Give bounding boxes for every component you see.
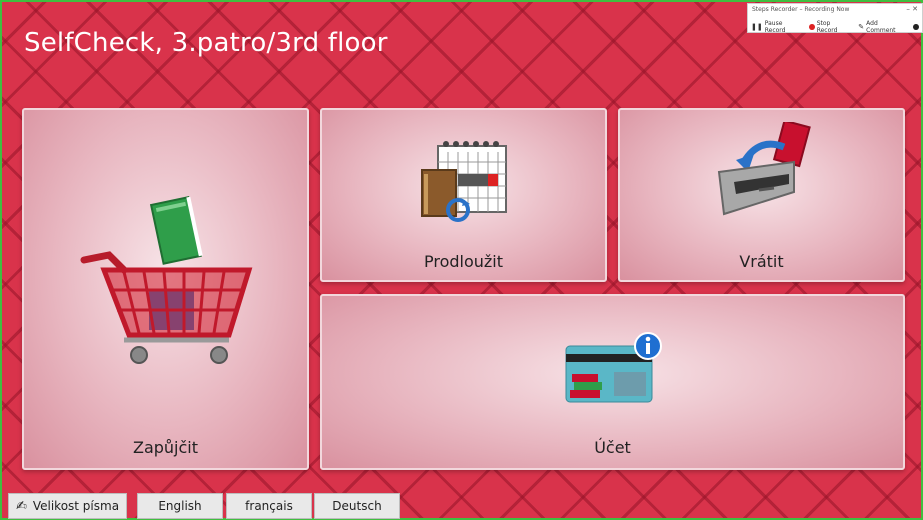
pause-record-button[interactable]: ❚❚ Pause Record (751, 20, 801, 34)
page-title: SelfCheck, 3.patro/3rd floor (24, 28, 388, 58)
font-size-button[interactable]: ✍ Velikost písma (8, 493, 127, 519)
font-size-label: Velikost písma (32, 499, 120, 513)
steps-recorder-window: Steps Recorder – Recording Now – ✕ ❚❚ Pa… (747, 3, 923, 34)
borrow-tile[interactable]: Zapůjčit (22, 108, 309, 470)
recorder-title: Steps Recorder – Recording Now (752, 6, 850, 13)
library-card-info-icon (564, 332, 664, 407)
renew-label: Prodloužit (423, 252, 504, 271)
pause-record-label: Pause Record (764, 20, 786, 34)
return-label: Vrátit (739, 252, 784, 271)
recorder-window-controls[interactable]: – ✕ (906, 5, 918, 13)
return-slot-icon (714, 119, 814, 222)
comment-icon: ✎ (858, 23, 865, 31)
stop-icon (809, 24, 815, 30)
renew-tile[interactable]: Prodloužit (320, 108, 607, 282)
stop-record-label: Stop Record (816, 20, 838, 34)
pause-icon: ❚❚ (751, 23, 763, 31)
language-button-german[interactable]: Deutsch (314, 493, 400, 519)
account-label: Účet (594, 438, 631, 457)
return-tile[interactable]: Vrátit (618, 108, 905, 282)
calendar-book-renew-icon (418, 138, 513, 228)
font-size-icon: ✍ (15, 498, 27, 514)
help-icon[interactable] (913, 24, 919, 30)
add-comment-button[interactable]: ✎ Add Comment (858, 20, 905, 34)
shopping-basket-book-icon (79, 190, 259, 370)
stop-record-button[interactable]: Stop Record (809, 20, 850, 34)
language-button-french[interactable]: français (226, 493, 312, 519)
language-button-english[interactable]: English (137, 493, 223, 519)
account-tile[interactable]: Účet (320, 294, 905, 470)
add-comment-label: Add Comment (866, 20, 896, 34)
borrow-label: Zapůjčit (132, 438, 199, 457)
